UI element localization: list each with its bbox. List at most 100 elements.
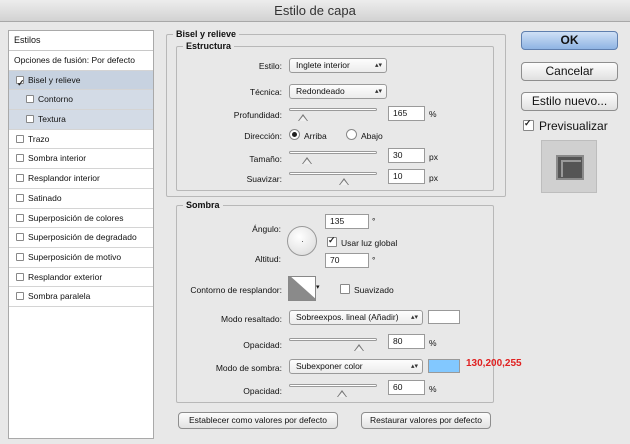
chevron-down-icon[interactable]: ▾ bbox=[316, 283, 320, 291]
style-list-item-label: Textura bbox=[38, 114, 66, 125]
style-list-item-label: Trazo bbox=[28, 133, 50, 144]
antialiased-label: Suavizado bbox=[354, 285, 394, 295]
style-list-item[interactable]: Superposición de degradado bbox=[9, 228, 153, 248]
bevel-section-title: Bisel y relieve bbox=[173, 29, 240, 39]
shadow-opacity-slider-handle[interactable] bbox=[336, 390, 347, 400]
styles-list-header[interactable]: Estilos bbox=[9, 31, 153, 51]
size-input[interactable]: 30 bbox=[388, 148, 425, 163]
style-select-value: Inglete interior bbox=[296, 60, 350, 70]
style-list-item[interactable]: Bisel y relieve bbox=[9, 70, 153, 91]
style-select[interactable]: Inglete interior ▴▾ bbox=[289, 58, 387, 73]
highlight-opacity-slider-handle[interactable] bbox=[354, 344, 365, 354]
style-checkbox[interactable] bbox=[26, 115, 34, 124]
style-list-item[interactable]: Textura bbox=[9, 110, 153, 130]
shadow-mode-label: Modo de sombra: bbox=[215, 363, 282, 373]
size-slider-handle[interactable] bbox=[301, 157, 312, 167]
ok-button[interactable]: OK bbox=[521, 31, 618, 50]
depth-slider[interactable] bbox=[289, 108, 377, 111]
new-style-button[interactable]: Estilo nuevo... bbox=[521, 92, 618, 111]
updown-arrows-icon: ▴▾ bbox=[410, 314, 418, 321]
shading-group-title: Sombra bbox=[183, 200, 223, 210]
altitude-input[interactable]: 70 bbox=[325, 253, 369, 268]
style-list-item[interactable]: Sombra paralela bbox=[9, 287, 153, 307]
angle-label: Ángulo: bbox=[252, 224, 281, 234]
shadow-mode-select[interactable]: Subexponer color ▴▾ bbox=[289, 359, 423, 374]
global-light-checkbox[interactable] bbox=[327, 235, 337, 247]
style-list-item[interactable]: Satinado bbox=[9, 189, 153, 209]
soften-slider-handle[interactable] bbox=[338, 178, 349, 188]
style-checkbox[interactable] bbox=[16, 213, 24, 222]
shadow-opacity-input[interactable]: 60 bbox=[388, 380, 425, 395]
style-list-item-label: Resplandor exterior bbox=[28, 271, 103, 282]
depth-input[interactable]: 165 bbox=[388, 106, 425, 121]
style-list-item[interactable]: Resplandor interior bbox=[9, 169, 153, 189]
direction-up-radio[interactable] bbox=[289, 129, 300, 140]
style-list-item-label: Superposición de motivo bbox=[28, 251, 122, 262]
gloss-contour-picker[interactable] bbox=[288, 276, 316, 301]
style-label: Estilo: bbox=[258, 61, 282, 71]
angle-input[interactable]: 135 bbox=[325, 214, 369, 229]
cancel-button[interactable]: Cancelar bbox=[521, 62, 618, 81]
antialiased-checkbox[interactable] bbox=[340, 284, 350, 294]
style-list-item[interactable]: Trazo bbox=[9, 130, 153, 150]
style-checkbox[interactable] bbox=[16, 233, 24, 242]
technique-select-value: Redondeado bbox=[296, 86, 345, 96]
style-list-item-label: Sombra interior bbox=[28, 153, 87, 164]
size-slider[interactable] bbox=[289, 151, 377, 154]
shadow-opacity-label: Opacidad: bbox=[243, 386, 282, 396]
soften-input[interactable]: 10 bbox=[388, 169, 425, 184]
style-preview-thumbnail bbox=[541, 140, 597, 193]
soften-slider[interactable] bbox=[289, 172, 377, 175]
style-list-item[interactable]: Resplandor exterior bbox=[9, 268, 153, 288]
style-list-item[interactable]: Superposición de colores bbox=[9, 209, 153, 229]
preview-checkbox[interactable] bbox=[523, 118, 534, 131]
styles-list: Estilos Opciones de fusión: Por defecto B… bbox=[8, 30, 154, 439]
style-checkbox[interactable] bbox=[26, 95, 34, 104]
direction-down-radio[interactable] bbox=[346, 129, 357, 140]
style-list-item-label: Contorno bbox=[38, 94, 73, 105]
style-checkbox[interactable] bbox=[16, 74, 25, 89]
window-title: Estilo de capa bbox=[274, 3, 356, 18]
shadow-opacity-slider[interactable] bbox=[289, 384, 377, 387]
style-checkbox[interactable] bbox=[16, 272, 24, 281]
angle-dial[interactable] bbox=[287, 226, 317, 256]
style-checkbox[interactable] bbox=[16, 292, 24, 301]
shadow-mode-select-value: Subexponer color bbox=[296, 361, 363, 371]
preview-square bbox=[556, 155, 584, 180]
highlight-mode-select-value: Sobreexpos. lineal (Añadir) bbox=[296, 312, 399, 322]
style-list-item[interactable]: Superposición de motivo bbox=[9, 248, 153, 268]
highlight-opacity-slider[interactable] bbox=[289, 338, 377, 341]
soften-label: Suavizar: bbox=[246, 174, 282, 184]
direction-up-label: Arriba bbox=[304, 131, 327, 141]
style-list-item[interactable]: Opciones de fusión: Por defecto bbox=[9, 51, 153, 71]
style-checkbox[interactable] bbox=[16, 134, 24, 143]
shadow-color-swatch[interactable] bbox=[428, 359, 460, 373]
altitude-unit: ° bbox=[372, 255, 376, 265]
highlight-mode-select[interactable]: Sobreexpos. lineal (Añadir) ▴▾ bbox=[289, 310, 423, 325]
depth-slider-handle[interactable] bbox=[298, 114, 309, 124]
style-checkbox[interactable] bbox=[16, 252, 24, 261]
altitude-label: Altitud: bbox=[255, 254, 281, 264]
style-checkbox[interactable] bbox=[16, 193, 24, 202]
style-list-item-label: Superposición de degradado bbox=[28, 232, 137, 243]
shadow-opacity-unit: % bbox=[429, 384, 437, 394]
style-list-item[interactable]: Contorno bbox=[9, 90, 153, 111]
structure-group-title: Estructura bbox=[183, 41, 235, 51]
highlight-mode-label: Modo resaltado: bbox=[221, 314, 282, 324]
style-checkbox[interactable] bbox=[16, 174, 24, 183]
style-list-item-label: Bisel y relieve bbox=[28, 74, 81, 85]
make-default-button[interactable]: Establecer como valores por defecto bbox=[178, 412, 338, 429]
highlight-color-swatch[interactable] bbox=[428, 310, 460, 324]
style-list-item[interactable]: Sombra interior bbox=[9, 149, 153, 170]
highlight-opacity-unit: % bbox=[429, 338, 437, 348]
reset-default-button[interactable]: Restaurar valores por defecto bbox=[361, 412, 491, 429]
updown-arrows-icon: ▴▾ bbox=[410, 363, 418, 370]
style-checkbox[interactable] bbox=[16, 154, 24, 163]
title-bar: Estilo de capa bbox=[0, 0, 630, 22]
soften-unit: px bbox=[429, 173, 438, 183]
size-label: Tamaño: bbox=[249, 154, 282, 164]
technique-select[interactable]: Redondeado ▴▾ bbox=[289, 84, 387, 99]
highlight-opacity-input[interactable]: 80 bbox=[388, 334, 425, 349]
direction-down-label: Abajo bbox=[361, 131, 383, 141]
style-list-item-label: Satinado bbox=[28, 192, 62, 203]
